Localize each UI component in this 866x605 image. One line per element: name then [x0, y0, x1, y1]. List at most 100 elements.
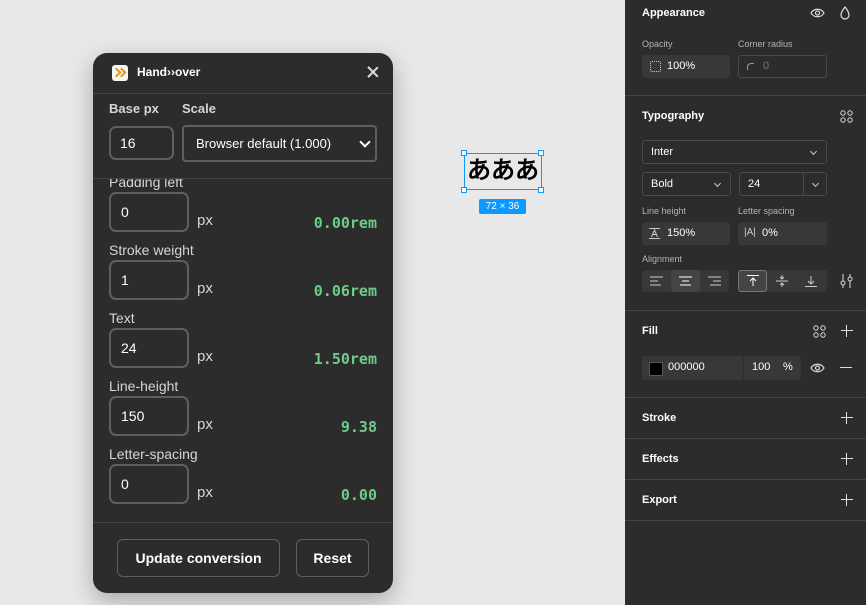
add-export-icon[interactable]	[841, 494, 853, 506]
line-height-label: Line height	[642, 206, 687, 216]
divider	[93, 522, 393, 523]
align-left-icon	[650, 276, 663, 286]
font-weight-select[interactable]: Bold	[642, 172, 731, 196]
close-icon[interactable]	[365, 64, 381, 80]
export-title: Export	[642, 494, 677, 506]
align-top-button[interactable]	[738, 270, 767, 292]
field-label-stroke-weight: Stroke weight	[109, 242, 194, 258]
field-label-line-height: Line-height	[109, 378, 179, 394]
divider	[625, 479, 866, 480]
fill-percent-sign: %	[783, 361, 793, 373]
line-height-input[interactable]: 150	[109, 396, 189, 436]
align-top-icon	[747, 275, 759, 286]
opacity-label: Opacity	[642, 39, 673, 49]
field-label-text: Text	[109, 310, 135, 326]
effects-title: Effects	[642, 453, 679, 465]
styles-icon[interactable]	[813, 325, 826, 338]
stroke-title: Stroke	[642, 412, 677, 424]
unit-label: px	[197, 348, 213, 365]
fill-opacity-value: 100	[752, 361, 771, 373]
alignment-label: Alignment	[642, 254, 683, 264]
stroke-weight-input[interactable]: 1	[109, 260, 189, 300]
result-value: 0.00	[340, 486, 377, 504]
opacity-field[interactable]: 100%	[642, 55, 730, 78]
scale-select[interactable]: Browser default (1.000)	[182, 125, 377, 162]
fill-swatch[interactable]	[649, 362, 663, 376]
field-label-letter-spacing: Letter-spacing	[109, 446, 198, 462]
unit-label: px	[197, 416, 213, 433]
divider	[743, 356, 744, 380]
chevron-down-icon	[811, 179, 820, 188]
line-height-value: 150%	[667, 227, 696, 239]
opacity-value: 100%	[667, 60, 696, 72]
divider	[625, 95, 866, 96]
text-size-input[interactable]: 24	[109, 328, 189, 368]
align-bottom-button[interactable]	[797, 270, 826, 292]
unit-label: px	[197, 280, 213, 297]
divider	[625, 520, 866, 521]
letter-spacing-value: 0%	[762, 227, 778, 239]
fill-title: Fill	[642, 325, 658, 337]
chevron-down-icon	[713, 179, 722, 188]
align-left-button[interactable]	[642, 270, 671, 292]
eye-icon[interactable]	[810, 7, 825, 19]
remove-fill-icon[interactable]	[840, 367, 852, 369]
add-fill-icon[interactable]	[841, 325, 853, 337]
divider	[625, 397, 866, 398]
letter-spacing-field[interactable]: |A| 0%	[738, 222, 827, 245]
conversion-list[interactable]: Padding left 0 px 0.00rem Stroke weight …	[93, 179, 393, 522]
corner-radius-icon	[747, 63, 754, 70]
result-value: 9.38	[340, 418, 377, 436]
styles-icon[interactable]	[840, 110, 853, 123]
font-size-value: 24	[748, 178, 761, 190]
drop-icon[interactable]	[840, 6, 850, 20]
reset-button[interactable]: Reset	[296, 539, 369, 577]
corner-radius-label: Corner radius	[738, 39, 793, 49]
properties-panel: Appearance Opacity 100% Corner radius 0 …	[625, 0, 866, 605]
align-center-icon	[679, 276, 692, 286]
chevron-down-icon	[359, 136, 371, 148]
eye-icon[interactable]	[810, 362, 825, 374]
letter-spacing-input[interactable]: 0	[109, 464, 189, 504]
align-right-button[interactable]	[700, 270, 729, 292]
align-middle-button[interactable]	[768, 270, 797, 292]
scale-label: Scale	[182, 101, 216, 116]
align-bottom-icon	[805, 276, 817, 287]
plugin-title: Hand››over	[137, 65, 201, 79]
appearance-title: Appearance	[642, 7, 705, 19]
update-conversion-button[interactable]: Update conversion	[117, 539, 280, 577]
type-settings-icon[interactable]	[840, 274, 853, 288]
chevron-down-icon	[809, 147, 818, 156]
align-right-icon	[708, 276, 721, 286]
result-value: 1.50rem	[313, 350, 377, 368]
padding-left-input[interactable]: 0	[109, 192, 189, 232]
line-height-field[interactable]: 150%	[642, 222, 730, 245]
selection-frame[interactable]	[464, 153, 542, 190]
fill-color-field[interactable]: 000000 100 %	[642, 356, 801, 380]
add-effect-icon[interactable]	[841, 453, 853, 465]
line-height-icon	[649, 228, 660, 239]
resize-handle[interactable]	[461, 150, 467, 156]
corner-radius-value: 0	[763, 60, 770, 72]
plugin-header: Hand››over	[93, 53, 393, 94]
base-px-input[interactable]: 16	[109, 126, 174, 160]
font-weight-value: Bold	[651, 178, 674, 190]
handover-logo-icon	[112, 65, 128, 81]
fill-hex-value: 000000	[668, 361, 705, 373]
resize-handle[interactable]	[461, 187, 467, 193]
vertical-align-group	[738, 270, 827, 292]
align-middle-icon	[776, 275, 788, 287]
scale-select-value: Browser default (1.000)	[196, 136, 332, 151]
resize-handle[interactable]	[538, 150, 544, 156]
resize-handle[interactable]	[538, 187, 544, 193]
field-label-padding-left: Padding left	[109, 179, 183, 190]
font-size-field[interactable]: 24	[739, 172, 827, 196]
result-value: 0.00rem	[313, 214, 377, 232]
add-stroke-icon[interactable]	[841, 412, 853, 424]
align-center-button[interactable]	[671, 270, 700, 292]
size-badge: 72 × 36	[479, 199, 526, 214]
divider	[803, 173, 804, 195]
corner-radius-field[interactable]: 0	[738, 55, 827, 78]
horizontal-align-group	[642, 270, 729, 292]
font-family-select[interactable]: Inter	[642, 140, 827, 164]
